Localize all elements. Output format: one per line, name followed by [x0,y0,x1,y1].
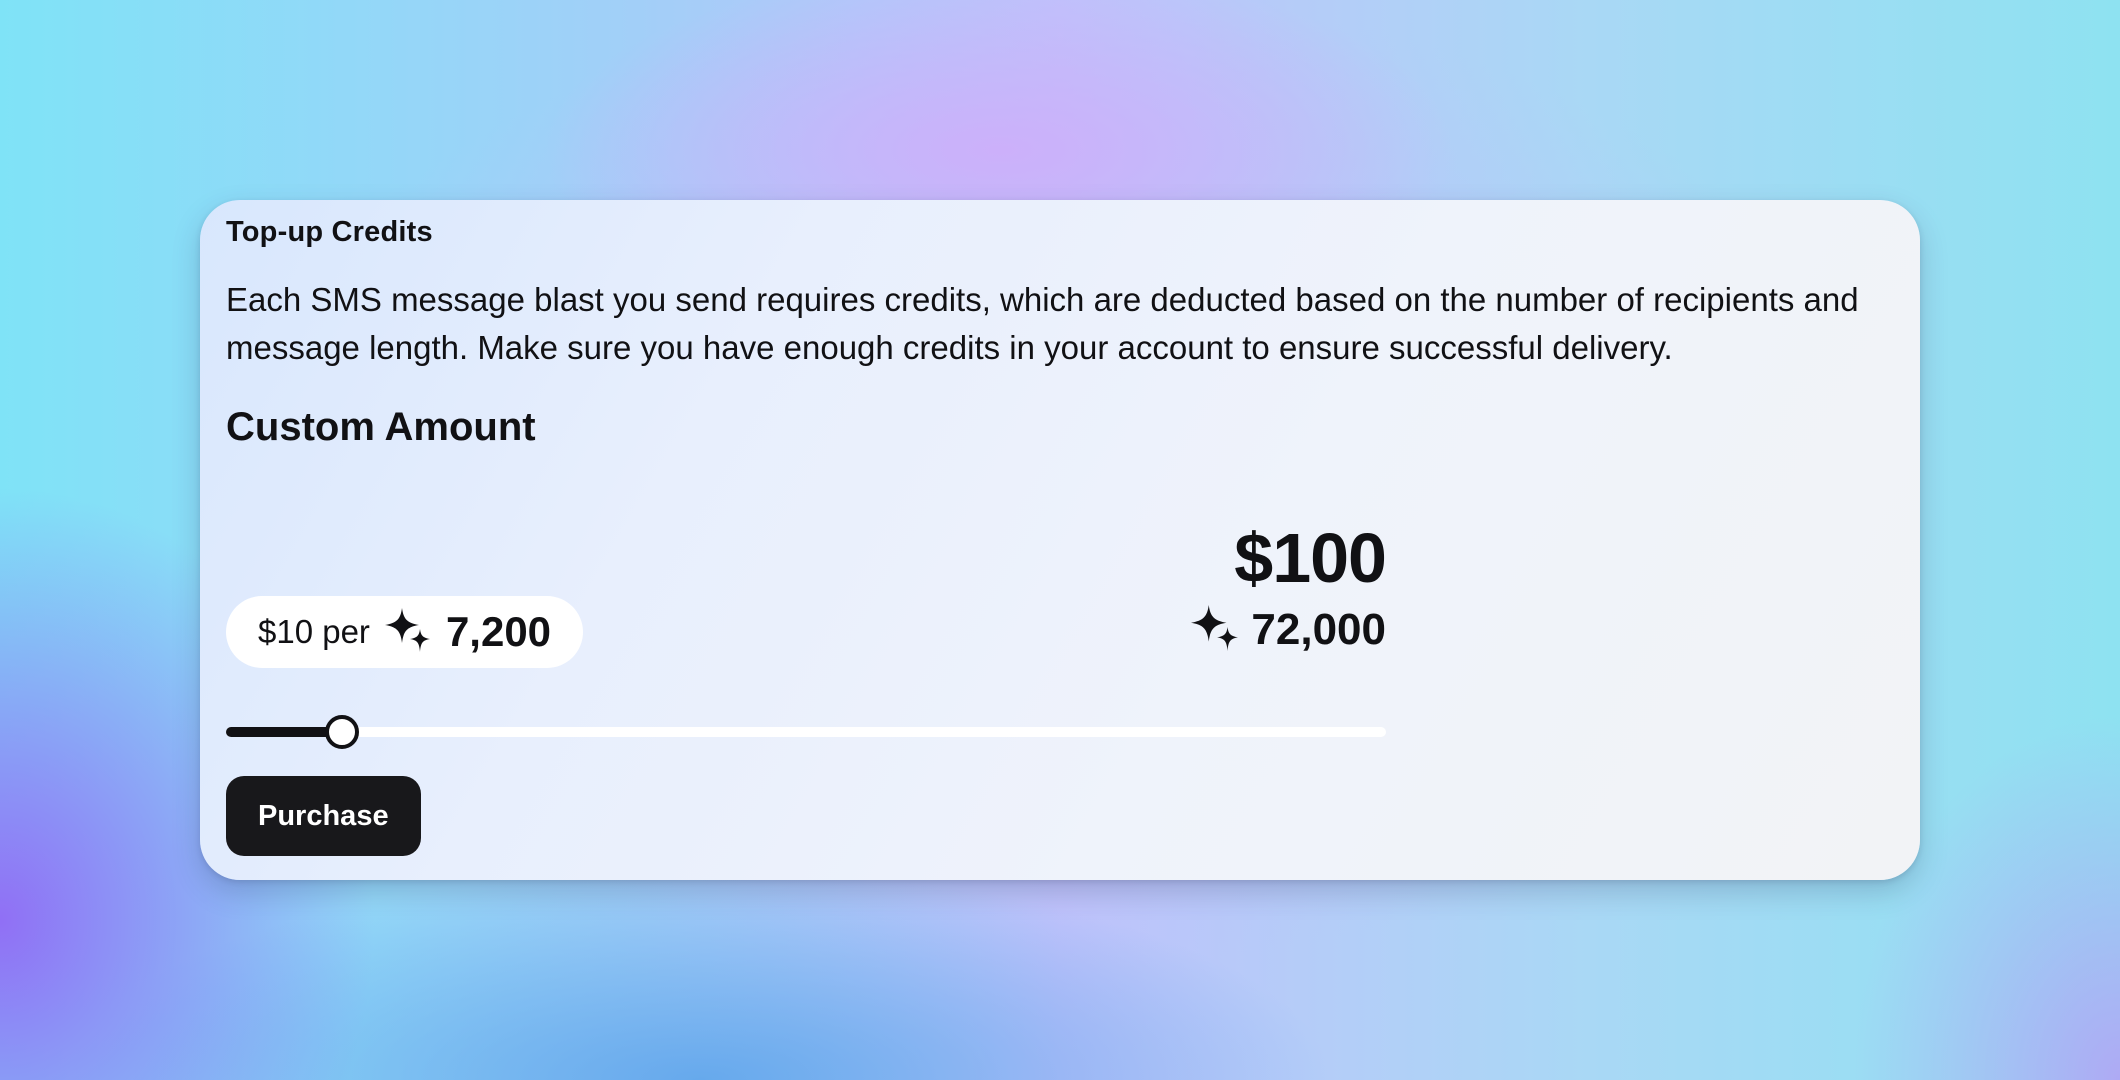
sparkles-icon [384,607,432,657]
total-summary: $100 72,000 [1189,518,1387,656]
sparkles-icon [1189,604,1241,656]
purchase-button[interactable]: Purchase [226,776,421,856]
total-credits-value: 72,000 [1251,605,1386,654]
rate-pill: $10 per 7,200 [226,596,584,668]
rate-credits-value: 7,200 [445,608,552,655]
card-description: Each SMS message blast you send requires… [226,281,1859,366]
slider-thumb[interactable] [325,715,359,749]
amount-slider[interactable] [226,714,1386,750]
total-credits-row: 72,000 [1189,604,1386,656]
card-title: Top-up Credits [226,216,433,248]
custom-amount-heading: Custom Amount [226,405,536,449]
total-amount: $100 [1234,519,1387,597]
top-up-credits-card: Top-up Credits Each SMS message blast yo… [200,200,1920,880]
price-summary: $10 per 7,200 $100 72,000 [226,518,1387,698]
rate-prefix: $10 per [258,613,370,650]
slider-track[interactable] [226,727,1386,737]
